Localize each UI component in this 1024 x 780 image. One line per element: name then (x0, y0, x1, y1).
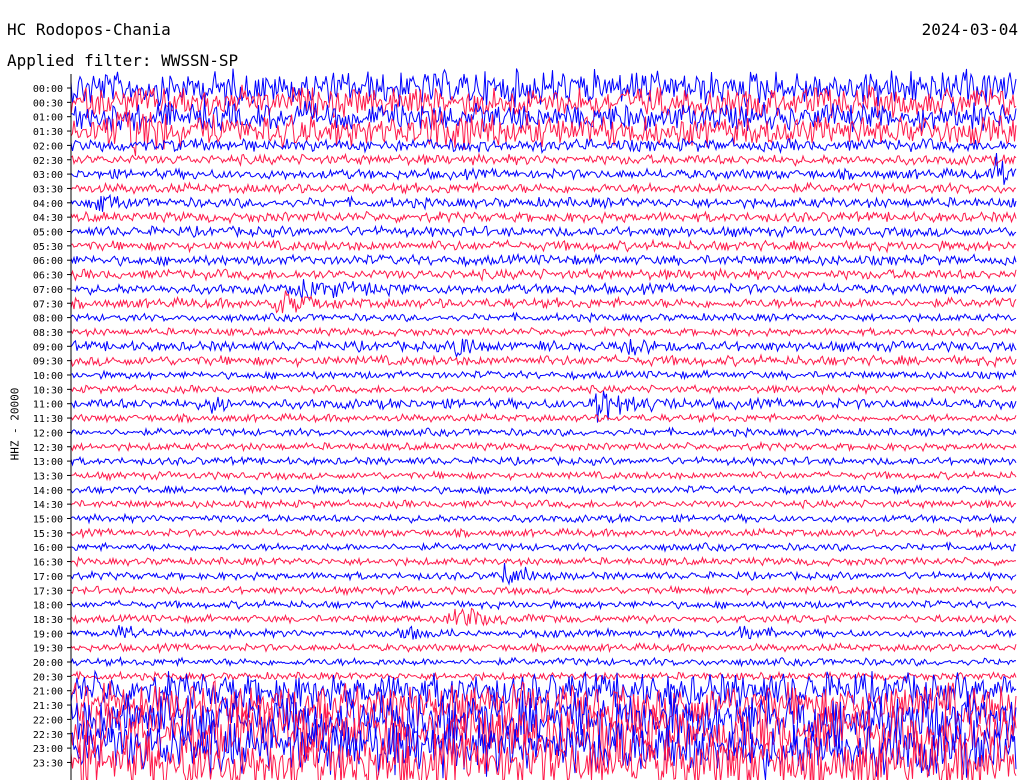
y-tick-label: 02:30 (33, 156, 63, 167)
trace-line-1200 (70, 426, 1017, 439)
y-tick-label: 07:00 (33, 285, 63, 296)
trace-line-1000 (70, 369, 1017, 381)
trace-line-0630 (70, 267, 1017, 282)
y-tick-label: 01:30 (33, 127, 63, 138)
trace-line-0900 (70, 338, 1017, 359)
trace-line-1130 (70, 411, 1017, 424)
trace-line-0530 (70, 238, 1017, 254)
y-tick-label: 08:30 (33, 328, 63, 339)
y-tick-label: 21:30 (33, 701, 63, 712)
y-tick-label: 22:00 (33, 715, 63, 726)
helicorder-plot: 00:00 00:30 01:00 01:30 02:00 02:30 03:00 03:30… (33, 68, 1017, 780)
trace-line-1630 (70, 555, 1017, 568)
trace-line-0200 (70, 136, 1017, 155)
y-tick-label: 12:00 (33, 428, 63, 439)
trace-line-1230 (70, 440, 1017, 453)
trace-line-0830 (70, 325, 1017, 338)
trace-line-1600 (70, 541, 1017, 553)
y-tick-label: 07:30 (33, 299, 63, 310)
y-tick-label: 04:00 (33, 199, 63, 210)
trace-line-1030 (70, 383, 1017, 396)
y-tick-label: 21:00 (33, 687, 63, 698)
trace-line-2000 (70, 655, 1017, 668)
y-tick-label: 17:30 (33, 586, 63, 597)
trace-line-1430 (70, 498, 1017, 510)
trace-group (70, 68, 1017, 780)
y-tick-label: 09:30 (33, 357, 63, 368)
y-tick-label: 06:00 (33, 256, 63, 267)
trace-line-1300 (70, 455, 1017, 467)
trace-line-0400 (70, 193, 1017, 212)
trace-line-2030 (70, 670, 1017, 683)
y-tick-label: 10:00 (33, 371, 63, 382)
y-tick-label: 03:00 (33, 170, 63, 181)
y-tick-label: 19:30 (33, 644, 63, 655)
y-tick-label: 14:30 (33, 500, 63, 511)
trace-line-1330 (70, 469, 1017, 482)
y-tick-label: 01:00 (33, 113, 63, 124)
trace-line-0730 (70, 290, 1017, 314)
y-tick-label: 16:30 (33, 558, 63, 569)
trace-line-1800 (70, 599, 1017, 611)
tick-group: 00:00 00:30 01:00 01:30 02:00 02:30 03:00 03:30… (33, 84, 71, 769)
y-tick-label: 20:00 (33, 658, 63, 669)
trace-line-0800 (70, 311, 1017, 324)
trace-line-0930 (70, 353, 1017, 369)
y-tick-label: 11:30 (33, 414, 63, 425)
trace-line-1900 (70, 624, 1017, 640)
y-tick-label: 11:00 (33, 400, 63, 411)
y-tick-label: 14:00 (33, 486, 63, 497)
trace-line-0700 (70, 279, 1017, 300)
trace-line-1930 (70, 642, 1017, 654)
y-tick-label: 10:30 (33, 385, 63, 396)
y-tick-label: 06:30 (33, 271, 63, 282)
trace-line-0430 (70, 210, 1017, 225)
y-tick-label: 22:30 (33, 730, 63, 741)
y-tick-label: 15:00 (33, 515, 63, 526)
trace-line-1700 (70, 562, 1017, 586)
y-tick-label: 09:00 (33, 342, 63, 353)
y-tick-label: 08:00 (33, 314, 63, 325)
trace-line-1500 (70, 512, 1017, 525)
y-tick-label: 02:00 (33, 141, 63, 152)
y-tick-label: 23:00 (33, 744, 63, 755)
y-tick-label: 18:30 (33, 615, 63, 626)
trace-line-1530 (70, 526, 1017, 540)
trace-line-0230 (70, 152, 1017, 168)
trace-line-0600 (70, 252, 1017, 268)
trace-line-1830 (70, 607, 1017, 627)
y-tick-label: 18:00 (33, 601, 63, 612)
trace-line-1400 (70, 483, 1017, 496)
y-tick-label: 13:00 (33, 457, 63, 468)
y-tick-label: 16:00 (33, 543, 63, 554)
y-tick-label: 19:00 (33, 629, 63, 640)
y-tick-label: 23:30 (33, 758, 63, 769)
trace-line-1730 (70, 584, 1017, 597)
y-tick-label: 05:00 (33, 228, 63, 239)
y-tick-label: 15:30 (33, 529, 63, 540)
y-tick-label: 13:30 (33, 471, 63, 482)
y-tick-label: 05:30 (33, 242, 63, 253)
y-tick-label: 03:30 (33, 184, 63, 195)
y-tick-label: 00:30 (33, 98, 63, 109)
trace-line-0330 (70, 180, 1017, 195)
y-tick-label: 04:30 (33, 213, 63, 224)
y-tick-label: 12:30 (33, 443, 63, 454)
y-tick-label: 17:00 (33, 572, 63, 583)
y-tick-label: 00:00 (33, 84, 63, 95)
y-tick-label: 20:30 (33, 672, 63, 683)
trace-line-0500 (70, 224, 1017, 239)
